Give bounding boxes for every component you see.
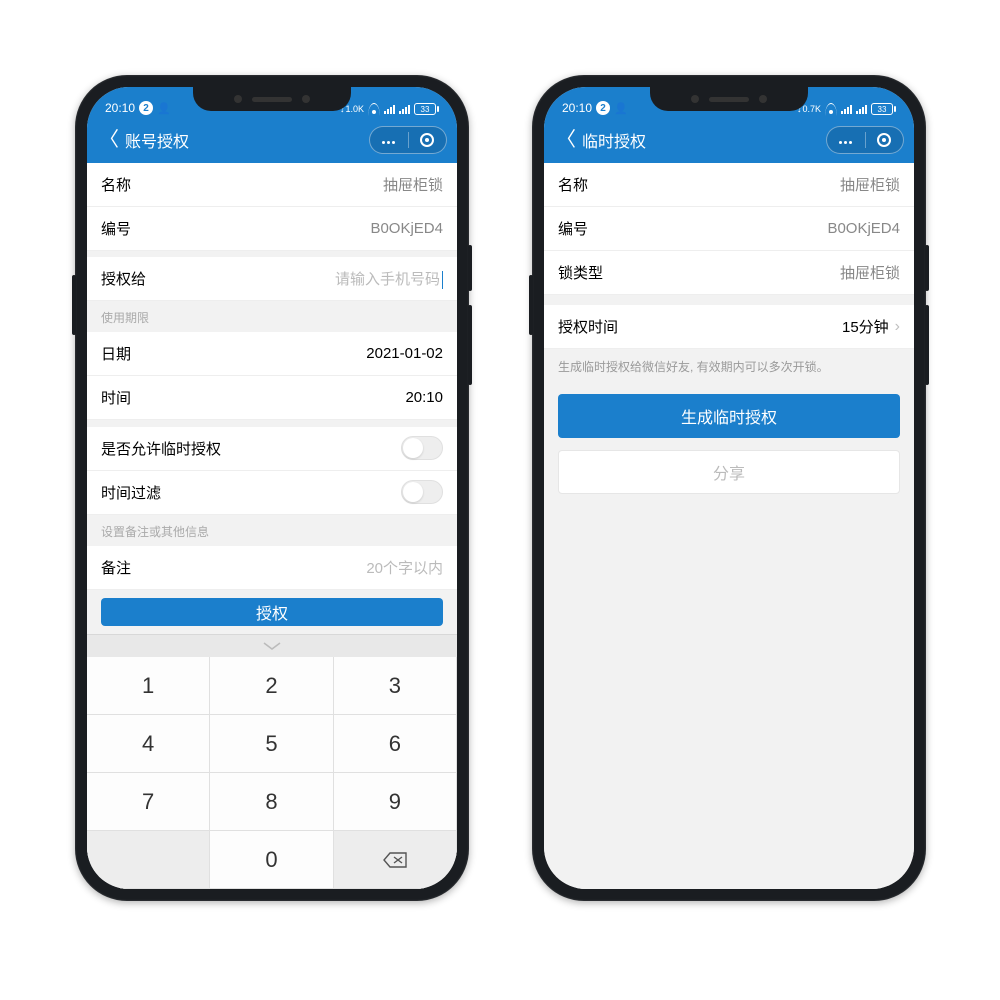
notif-badge: 2 — [596, 101, 610, 115]
screen-left: 20:10 2 👤 ↕1.0K 33 〈 账号授权 名称 — [87, 87, 457, 889]
key-9[interactable]: 9 — [334, 773, 457, 831]
notch — [193, 87, 351, 111]
notif-badge: 2 — [139, 101, 153, 115]
content-right: 名称 抽屉柜锁 编号 B0OKjED4 锁类型 抽屉柜锁 授权时间 15分钟 ›… — [544, 163, 914, 889]
authorize-button[interactable]: 授权 — [101, 598, 443, 626]
side-button — [468, 305, 472, 385]
key-3[interactable]: 3 — [334, 657, 457, 715]
signal-icon — [384, 104, 395, 114]
label: 编号 — [101, 218, 131, 239]
signal-icon — [399, 104, 410, 114]
label: 编号 — [558, 218, 588, 239]
key-8[interactable]: 8 — [210, 773, 333, 831]
close-button[interactable] — [866, 133, 904, 147]
content-left: 名称 抽屉柜锁 编号 B0OKjED4 授权给 请输入手机号码 使用期限 日期 … — [87, 163, 457, 889]
toggle-time-filter[interactable] — [401, 480, 443, 504]
nav-bar: 〈 临时授权 — [544, 117, 914, 163]
wifi-icon — [368, 104, 380, 114]
key-4[interactable]: 4 — [87, 715, 210, 773]
value: 15分钟 — [842, 316, 889, 337]
back-button[interactable]: 〈 — [554, 130, 582, 150]
row-remark[interactable]: 备注 20个字以内 — [87, 546, 457, 590]
profile-icon: 👤 — [157, 102, 171, 115]
value: 2021-01-02 — [366, 345, 443, 362]
status-time: 20:10 — [562, 101, 592, 115]
generate-button[interactable]: 生成临时授权 — [558, 394, 900, 438]
side-button — [925, 305, 929, 385]
menu-button[interactable] — [370, 131, 408, 149]
status-time: 20:10 — [105, 101, 135, 115]
battery-icon: 33 — [871, 103, 896, 115]
nav-bar: 〈 账号授权 — [87, 117, 457, 163]
mini-program-capsule[interactable] — [369, 126, 447, 154]
mini-program-capsule[interactable] — [826, 126, 904, 154]
wifi-icon — [825, 104, 837, 114]
hint-text: 生成临时授权给微信好友, 有效期内可以多次开锁。 — [544, 349, 914, 386]
row-time-filter: 时间过滤 — [87, 471, 457, 515]
notch — [650, 87, 808, 111]
phone-input[interactable]: 请输入手机号码 — [335, 268, 443, 289]
key-2[interactable]: 2 — [210, 657, 333, 715]
row-name: 名称 抽屉柜锁 — [87, 163, 457, 207]
row-lock-type: 锁类型 抽屉柜锁 — [544, 251, 914, 295]
signal-icon — [856, 104, 867, 114]
close-button[interactable] — [409, 133, 447, 147]
key-0[interactable]: 0 — [210, 831, 333, 889]
page-title: 账号授权 — [125, 128, 189, 152]
value: 抽屉柜锁 — [840, 262, 900, 283]
row-time[interactable]: 时间 20:10 — [87, 376, 457, 420]
row-auth-to[interactable]: 授权给 请输入手机号码 — [87, 257, 457, 301]
menu-button[interactable] — [827, 131, 865, 149]
side-button — [468, 245, 472, 291]
back-button[interactable]: 〈 — [97, 130, 125, 150]
label: 名称 — [558, 174, 588, 195]
key-backspace[interactable] — [334, 831, 457, 889]
row-name: 名称 抽屉柜锁 — [544, 163, 914, 207]
side-button — [925, 245, 929, 291]
label: 日期 — [101, 343, 131, 364]
value: B0OKjED4 — [827, 220, 900, 237]
key-5[interactable]: 5 — [210, 715, 333, 773]
side-button — [529, 275, 533, 335]
row-date[interactable]: 日期 2021-01-02 — [87, 332, 457, 376]
phone-frame-left: 20:10 2 👤 ↕1.0K 33 〈 账号授权 名称 — [75, 75, 469, 901]
section-remark: 设置备注或其他信息 — [87, 515, 457, 546]
page-title: 临时授权 — [582, 128, 646, 152]
label: 授权时间 — [558, 316, 618, 337]
label: 锁类型 — [558, 262, 603, 283]
toggle-allow-temp[interactable] — [401, 436, 443, 460]
label: 时间过滤 — [101, 482, 161, 503]
side-button — [72, 275, 76, 335]
chevron-right-icon: › — [895, 318, 900, 336]
remark-input[interactable]: 20个字以内 — [366, 557, 443, 578]
profile-icon: 👤 — [614, 102, 628, 115]
row-auth-time[interactable]: 授权时间 15分钟 › — [544, 305, 914, 349]
keypad-collapse[interactable] — [87, 635, 457, 657]
label: 名称 — [101, 174, 131, 195]
value: B0OKjED4 — [370, 220, 443, 237]
label: 是否允许临时授权 — [101, 438, 221, 459]
value: 抽屉柜锁 — [383, 174, 443, 195]
numeric-keypad: 1 2 3 4 5 6 7 8 9 0 — [87, 634, 457, 889]
label: 授权给 — [101, 268, 146, 289]
battery-icon: 33 — [414, 103, 439, 115]
screen-right: 20:10 2 👤 ↕0.7K 33 〈 临时授权 名称 — [544, 87, 914, 889]
row-id: 编号 B0OKjED4 — [87, 207, 457, 251]
share-button[interactable]: 分享 — [558, 450, 900, 494]
value: 抽屉柜锁 — [840, 174, 900, 195]
key-7[interactable]: 7 — [87, 773, 210, 831]
key-empty[interactable] — [87, 831, 210, 889]
signal-icon — [841, 104, 852, 114]
value: 20:10 — [405, 389, 443, 406]
phone-frame-right: 20:10 2 👤 ↕0.7K 33 〈 临时授权 名称 — [532, 75, 926, 901]
key-1[interactable]: 1 — [87, 657, 210, 715]
label: 时间 — [101, 387, 131, 408]
section-period: 使用期限 — [87, 301, 457, 332]
label: 备注 — [101, 557, 131, 578]
key-6[interactable]: 6 — [334, 715, 457, 773]
row-id: 编号 B0OKjED4 — [544, 207, 914, 251]
row-allow-temp: 是否允许临时授权 — [87, 427, 457, 471]
